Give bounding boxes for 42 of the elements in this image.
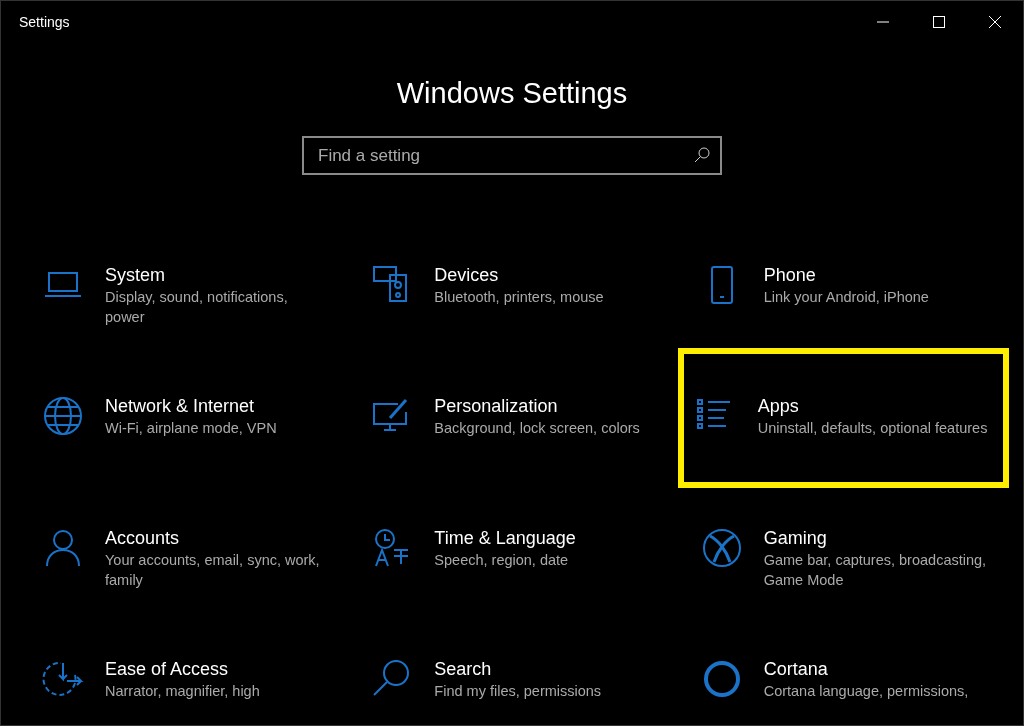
category-title: Search (434, 658, 493, 681)
category-title: Cortana (763, 658, 829, 681)
category-title: Apps (757, 395, 800, 418)
category-description: Cortana language, permissions, (763, 682, 970, 701)
settings-category[interactable]: Accounts Your accounts, email, sync, work, family (25, 516, 345, 641)
settings-category[interactable]: Personalization Background, lock screen, colors (354, 384, 674, 509)
category-title: System (105, 264, 166, 287)
category-title: Devices (434, 264, 500, 287)
category-title: Phone (763, 264, 817, 287)
settings-category[interactable]: Ease of Access Narrator, magnifier, high (25, 647, 345, 725)
window-title: Settings (19, 12, 71, 32)
category-description: Bluetooth, printers, mouse (434, 288, 605, 307)
category-title: Time & Language (434, 527, 577, 550)
category-description: Uninstall, defaults, optional features (757, 419, 989, 438)
category-title: Network & Internet (105, 395, 256, 418)
settings-category[interactable]: System Display, sound, notifications, power (25, 253, 345, 378)
category-description: Link your Android, iPhone (763, 288, 930, 307)
settings-category[interactable]: Cortana Cortana language, permissions, (683, 647, 1003, 725)
category-title: Accounts (105, 527, 181, 550)
settings-category[interactable]: Gaming Game bar, captures, broadcasting, Game Mode (683, 516, 1003, 641)
category-description: Narrator, magnifier, high (105, 682, 261, 701)
settings-category[interactable]: Network & Internet Wi-Fi, airplane mode, VPN (25, 384, 345, 509)
settings-category[interactable]: Devices Bluetooth, printers, mouse (354, 253, 674, 378)
category-description: Find my files, permissions (434, 682, 603, 701)
category-description: Background, lock screen, colors (434, 419, 641, 438)
settings-category[interactable]: Search Find my files, permissions (354, 647, 674, 725)
search-field[interactable]: Find a setting (302, 136, 722, 175)
category-title: Gaming (763, 527, 828, 550)
settings-category[interactable]: Apps Uninstall, defaults, optional features (677, 348, 1009, 488)
settings-category[interactable]: Time & Language Speech, region, date (354, 516, 674, 641)
category-title: Personalization (434, 395, 559, 418)
maximize-icon (933, 16, 945, 28)
category-description: Display, sound, notifications, power (105, 288, 289, 327)
close-icon (989, 16, 1001, 28)
category-description: Your accounts, email, sync, work, family (105, 551, 321, 590)
category-description: Wi-Fi, airplane mode, VPN (105, 419, 278, 438)
category-description: Game bar, captures, broadcasting, Game Mode (763, 551, 987, 590)
page-heading: Windows Settings (396, 76, 628, 111)
category-title: Ease of Access (105, 658, 230, 681)
search-icon (694, 147, 710, 163)
category-description: Speech, region, date (434, 551, 570, 570)
globe-icon (41, 394, 85, 438)
